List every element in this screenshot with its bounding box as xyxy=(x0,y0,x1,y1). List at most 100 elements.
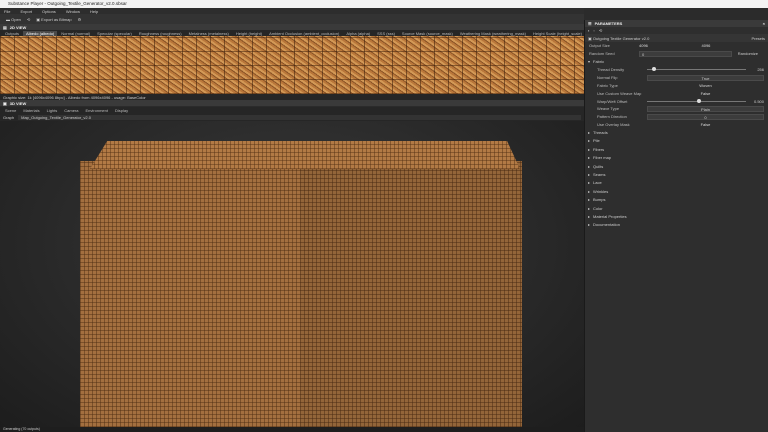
close-icon[interactable]: × xyxy=(763,21,765,26)
parameter-group[interactable]: ▸ Wrinkles xyxy=(585,187,768,195)
parameter-group[interactable]: ▸ Threads xyxy=(585,128,768,136)
expand-icon: ▸ xyxy=(588,188,591,194)
randomize-button[interactable]: Randomize xyxy=(732,51,764,56)
expand-icon: ▸ xyxy=(588,180,591,186)
expand-icon: ▸ xyxy=(588,222,591,228)
output-size-width[interactable]: 4096 xyxy=(639,43,702,48)
graph-selector: Graph Map_Outgoing_Textile_Generator_v2.… xyxy=(0,114,584,121)
collapse-icon: ▾ xyxy=(588,59,591,65)
tab-output[interactable]: Height (height) xyxy=(233,31,265,36)
parameter-row: Fabric Type Woven xyxy=(585,82,768,90)
tab-output[interactable]: Metalness (metalness) xyxy=(186,31,232,36)
open-button[interactable]: ▬ Open xyxy=(6,17,21,22)
tab-output[interactable]: Specular (specular) xyxy=(94,31,135,36)
expand-icon: ▸ xyxy=(588,138,591,144)
toolbar: ▬ Open ⟲ ▣ Export as Bitmap ⚙ xyxy=(0,14,584,24)
parameter-value[interactable]: False xyxy=(647,91,764,96)
random-seed-row: Random Seed 0 Randomize xyxy=(585,50,768,58)
tab-output[interactable]: Outputs xyxy=(2,31,22,36)
3d-viewport[interactable] xyxy=(0,121,584,431)
parameter-group[interactable]: ▸ Lace xyxy=(585,179,768,187)
tab-output[interactable]: Ambient Occlusion (ambient_occlusion) xyxy=(266,31,342,36)
menu-options[interactable]: Options xyxy=(42,9,56,14)
parameter-value[interactable]: 0 xyxy=(647,113,764,120)
parameter-group[interactable]: ▸ Fiber map xyxy=(585,154,768,162)
tab-3d[interactable]: Display xyxy=(112,108,131,113)
slider-handle[interactable] xyxy=(696,98,701,103)
parameter-row: Warp/Weft Offset 0.500 xyxy=(597,98,764,104)
expand-icon: ▸ xyxy=(588,205,591,211)
menu-help[interactable]: Help xyxy=(90,9,98,14)
tab-3d[interactable]: Environment xyxy=(83,108,111,113)
parameter-row: Normal Flip True xyxy=(585,74,768,82)
expand-icon: ▸ xyxy=(588,197,591,203)
parameter-group[interactable]: ▸ Bumps xyxy=(585,195,768,203)
graph-row: ▣ Outgoing Textile Generator v2.0 Presets xyxy=(585,34,768,42)
tab-output[interactable]: SSS (sss) xyxy=(374,31,398,36)
tab-output[interactable]: Albedo (albedo) xyxy=(23,30,58,36)
tab-3d[interactable]: Camera xyxy=(61,108,81,113)
save-icon[interactable]: ▪ xyxy=(588,28,589,33)
parameter-row: Use Overlay Mask False xyxy=(585,121,768,129)
texture-preview[interactable] xyxy=(0,36,584,94)
menu-window[interactable]: Window xyxy=(66,9,80,14)
view2d-icon: ▤ xyxy=(3,24,7,30)
export-button[interactable]: ▣ Export as Bitmap xyxy=(36,17,71,22)
menu-export[interactable]: Export xyxy=(20,9,32,14)
expand-icon: ▸ xyxy=(588,130,591,136)
parameter-value[interactable]: Plain xyxy=(647,105,764,112)
parameters-header: ☰ PARAMETERS × xyxy=(585,20,768,27)
parameter-row: Weave Type Plain xyxy=(585,105,768,113)
cube-side-face xyxy=(300,161,522,431)
parameters-panel: ☰ PARAMETERS × ▪ ▫ ⟲ ▣ Outgoing Textile Gene… xyxy=(584,20,768,432)
menu-file[interactable]: File xyxy=(4,9,10,14)
parameter-value[interactable]: Woven xyxy=(647,83,764,88)
slider-value[interactable]: 0.500 xyxy=(746,99,764,104)
parameter-group[interactable]: ▸ Quilts xyxy=(585,162,768,170)
parameter-slider[interactable] xyxy=(647,67,746,72)
parameter-row: Thread Density 256 xyxy=(597,67,764,73)
view3d-header: ▣ 3D VIEW xyxy=(0,100,584,106)
parameter-value[interactable]: False xyxy=(647,122,764,127)
expand-icon: ▸ xyxy=(588,146,591,152)
tab-output[interactable]: Height Scale (height_scale) xyxy=(530,31,584,36)
reload-icon[interactable]: ⟲ xyxy=(27,17,30,22)
delete-icon[interactable]: ▫ xyxy=(593,28,594,33)
parameter-group[interactable]: ▸ Seams xyxy=(585,170,768,178)
graph-dropdown[interactable]: Map_Outgoing_Textile_Generator_v2.0 xyxy=(18,115,581,120)
random-seed-input[interactable]: 0 xyxy=(639,50,732,57)
parameter-group[interactable]: ▸ Fibers xyxy=(585,145,768,153)
tab-output[interactable]: Alpha (alpha) xyxy=(343,31,373,36)
expand-icon: ▸ xyxy=(588,155,591,161)
output-size-row: Output Size 4096 4096 xyxy=(585,42,768,50)
cube-top-face xyxy=(90,141,520,169)
presets-button[interactable]: Presets xyxy=(751,36,765,41)
parameter-group[interactable]: ▸ Pile xyxy=(585,137,768,145)
tab-3d[interactable]: Materials xyxy=(20,108,42,113)
expand-icon: ▸ xyxy=(588,163,591,169)
tab-output[interactable]: Source Mask (source_mask) xyxy=(399,31,456,36)
reset-icon[interactable]: ⟲ xyxy=(599,28,602,33)
view3d-tabs: Scene Materials Lights Camera Environment Dis… xyxy=(0,107,584,114)
parameter-slider[interactable] xyxy=(647,98,746,103)
parameter-group[interactable]: ▸ Color xyxy=(585,204,768,212)
tab-output[interactable]: Roughness (roughness) xyxy=(136,31,185,36)
parameter-value[interactable]: True xyxy=(647,74,764,81)
parameter-group[interactable]: ▸ Documentation xyxy=(585,221,768,229)
group-fabric[interactable]: ▾ Fabric xyxy=(585,58,768,66)
tab-output[interactable]: Normal (normal) xyxy=(58,31,93,36)
output-size-height[interactable]: 4096 xyxy=(702,43,765,48)
parameters-toolbar: ▪ ▫ ⟲ xyxy=(585,27,768,34)
slider-value[interactable]: 256 xyxy=(746,67,764,72)
slider-handle[interactable] xyxy=(651,67,656,72)
parameter-group[interactable]: ▸ Material Properties xyxy=(585,212,768,220)
settings-icon[interactable]: ⚙ xyxy=(78,17,82,22)
status-bar: Generating (70 outputs) xyxy=(0,427,584,432)
tab-3d[interactable]: Scene xyxy=(2,108,19,113)
tab-output[interactable]: Weathering Mask (weathering_mask) xyxy=(457,31,529,36)
cube-front-face xyxy=(80,161,300,431)
expand-icon: ▸ xyxy=(588,213,591,219)
parameter-row: Use Custom Weave Map False xyxy=(585,89,768,97)
tab-3d[interactable]: Lights xyxy=(44,108,61,113)
sliders-icon: ☰ xyxy=(588,21,592,26)
